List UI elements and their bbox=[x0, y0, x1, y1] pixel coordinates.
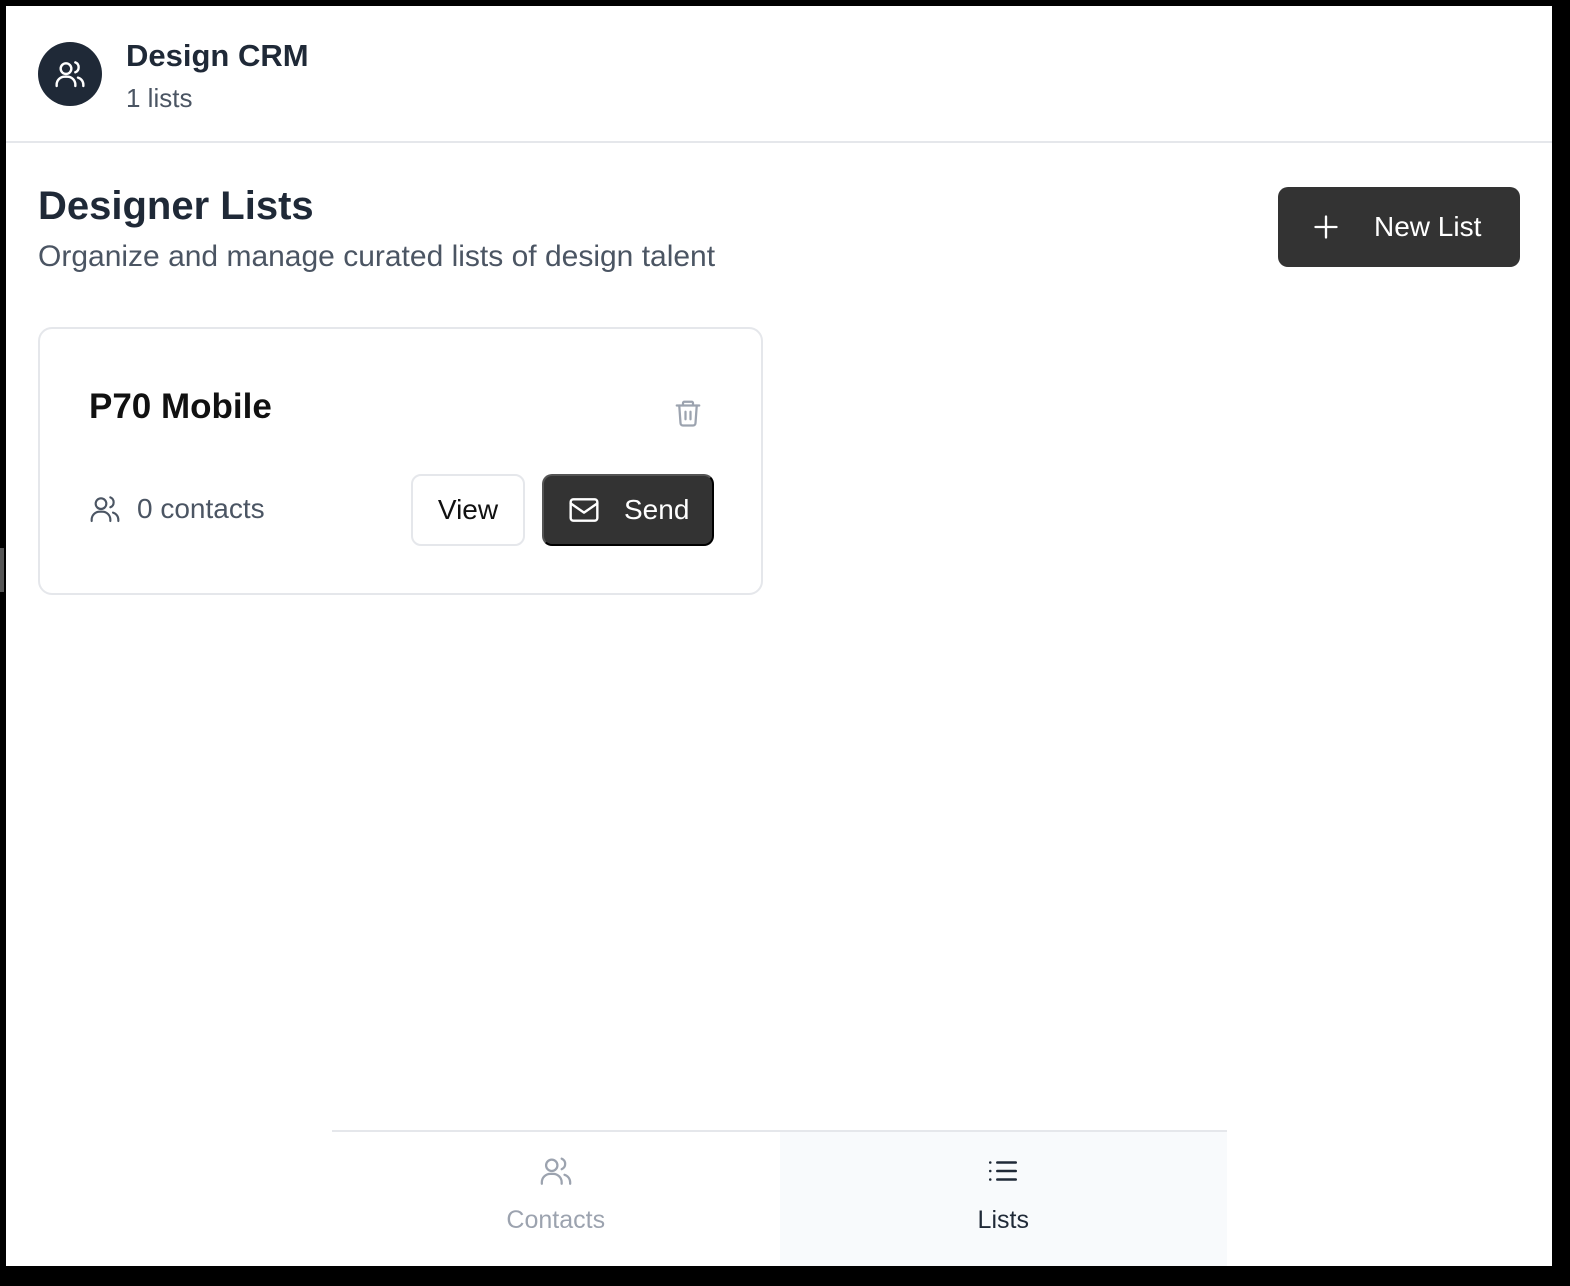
page-subtitle: Organize and manage curated lists of des… bbox=[38, 240, 716, 273]
list-icon bbox=[989, 1161, 1018, 1181]
mail-icon bbox=[569, 498, 599, 522]
trash-icon bbox=[675, 400, 701, 427]
delete-list-button[interactable] bbox=[666, 391, 710, 435]
tab-lists[interactable]: Lists bbox=[779, 1132, 1227, 1266]
tab-lists-label: Lists bbox=[977, 1206, 1029, 1234]
page-title: Designer Lists bbox=[38, 184, 314, 228]
app-avatar bbox=[38, 42, 102, 106]
list-count: 1 lists bbox=[126, 83, 193, 113]
users-icon bbox=[55, 61, 85, 88]
tab-contacts[interactable]: Contacts bbox=[332, 1132, 780, 1266]
contacts-count: 0 contacts bbox=[137, 493, 265, 524]
list-card: P70 Mobile 0 contacts View Send bbox=[38, 327, 763, 595]
users-icon bbox=[540, 1157, 572, 1185]
app-window: Design CRM 1 lists Designer Lists Organi… bbox=[6, 6, 1552, 1266]
bottom-nav: Contacts Lists bbox=[332, 1130, 1227, 1266]
plus-icon bbox=[1314, 215, 1338, 239]
new-list-button[interactable]: New List bbox=[1278, 187, 1520, 267]
list-name: P70 Mobile bbox=[89, 387, 272, 426]
app-header: Design CRM 1 lists bbox=[6, 6, 1552, 143]
contacts-meta: 0 contacts bbox=[89, 489, 265, 529]
new-list-label: New List bbox=[1374, 211, 1482, 242]
users-icon bbox=[90, 496, 120, 523]
tab-contacts-label: Contacts bbox=[506, 1206, 606, 1234]
send-label: Send bbox=[624, 494, 690, 525]
send-list-button[interactable]: Send bbox=[542, 474, 714, 546]
window-edge-handle bbox=[0, 548, 4, 592]
view-list-button[interactable]: View bbox=[411, 474, 525, 546]
app-title: Design CRM bbox=[126, 38, 309, 73]
